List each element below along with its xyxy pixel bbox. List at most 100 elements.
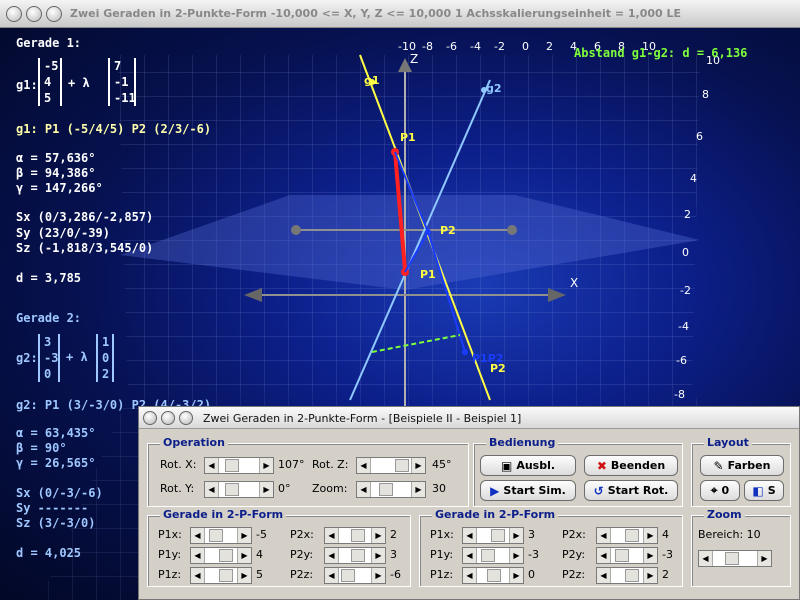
- scroll-thumb[interactable]: [225, 483, 239, 496]
- scroll-left-icon[interactable]: ◀: [325, 568, 339, 583]
- scroll-thumb[interactable]: [487, 569, 501, 582]
- scroll-left-icon[interactable]: ◀: [357, 482, 371, 497]
- scroll-right-icon[interactable]: ▶: [509, 528, 523, 543]
- g2-p2y-value: -3: [662, 548, 673, 561]
- layout-group-label: Layout: [704, 436, 752, 449]
- farben-button[interactable]: ✎ Farben: [700, 455, 784, 476]
- scroll-thumb[interactable]: [395, 459, 409, 472]
- scroll-left-icon[interactable]: ◀: [205, 458, 219, 473]
- main-titlebar[interactable]: Zwei Geraden in 2-Punkte-Form -10,000 <=…: [0, 0, 800, 28]
- g2-p2z-scrollbar[interactable]: ◀ ▶: [596, 567, 658, 584]
- save-layout-button[interactable]: ◧ S: [744, 480, 784, 501]
- scroll-thumb[interactable]: [625, 529, 639, 542]
- control-dialog[interactable]: Zwei Geraden in 2-Punkte-Form - [Beispie…: [138, 406, 800, 600]
- g1-plus-lambda: + λ: [68, 76, 90, 90]
- scroll-left-icon[interactable]: ◀: [205, 482, 219, 497]
- g2-p1y-scrollbar[interactable]: ◀ ▶: [462, 547, 524, 564]
- bedienung-group-label: Bedienung: [486, 436, 559, 449]
- beenden-button[interactable]: ✖ Beenden: [584, 455, 678, 476]
- scroll-right-icon[interactable]: ▶: [371, 528, 385, 543]
- ausblenden-button[interactable]: ▣ Ausbl.: [480, 455, 576, 476]
- g2-p2y-label: P2y:: [562, 548, 586, 561]
- maximize-window-button[interactable]: [46, 6, 62, 22]
- scroll-right-icon[interactable]: ▶: [411, 482, 425, 497]
- hide-icon: ▣: [500, 458, 513, 473]
- g2-p2y-scrollbar[interactable]: ◀ ▶: [596, 547, 658, 564]
- dialog-titlebar[interactable]: Zwei Geraden in 2-Punkte-Form - [Beispie…: [139, 407, 799, 429]
- scroll-thumb[interactable]: [209, 529, 223, 542]
- dialog-close-button[interactable]: [143, 411, 157, 425]
- scroll-thumb[interactable]: [481, 549, 495, 562]
- scroll-left-icon[interactable]: ◀: [463, 548, 477, 563]
- zoom-bereich-scrollbar[interactable]: ◀ ▶: [698, 550, 772, 567]
- g2-p2x-scrollbar[interactable]: ◀ ▶: [596, 527, 658, 544]
- g1-p2x-scrollbar[interactable]: ◀ ▶: [324, 527, 386, 544]
- scroll-thumb[interactable]: [379, 483, 393, 496]
- zoom-scrollbar[interactable]: ◀ ▶: [356, 481, 426, 498]
- scroll-thumb[interactable]: [219, 569, 233, 582]
- scroll-right-icon[interactable]: ▶: [643, 548, 657, 563]
- scroll-right-icon[interactable]: ▶: [643, 568, 657, 583]
- axis-label-z: Z: [410, 52, 419, 66]
- g1-p2x-value: 2: [390, 528, 397, 541]
- g2-form-group-label: Gerade in 2-P-Form: [432, 508, 559, 521]
- scroll-left-icon[interactable]: ◀: [325, 548, 339, 563]
- tick-right: -8: [674, 388, 685, 401]
- scroll-right-icon[interactable]: ▶: [237, 528, 251, 543]
- scroll-right-icon[interactable]: ▶: [259, 458, 273, 473]
- g2-p1x-scrollbar[interactable]: ◀ ▶: [462, 527, 524, 544]
- scroll-right-icon[interactable]: ▶: [371, 548, 385, 563]
- scroll-left-icon[interactable]: ◀: [191, 568, 205, 583]
- g2-p1z-scrollbar[interactable]: ◀ ▶: [462, 567, 524, 584]
- scroll-left-icon[interactable]: ◀: [597, 528, 611, 543]
- scroll-thumb[interactable]: [625, 569, 639, 582]
- scroll-right-icon[interactable]: ▶: [757, 551, 771, 566]
- rot-y-scrollbar[interactable]: ◀ ▶: [204, 481, 274, 498]
- zoom-group: Zoom Bereich: 10 ◀ ▶: [691, 508, 791, 587]
- scroll-thumb[interactable]: [351, 529, 365, 542]
- rot-x-scrollbar[interactable]: ◀ ▶: [204, 457, 274, 474]
- scroll-right-icon[interactable]: ▶: [643, 528, 657, 543]
- scroll-left-icon[interactable]: ◀: [357, 458, 371, 473]
- g1-p2z-scrollbar[interactable]: ◀ ▶: [324, 567, 386, 584]
- scroll-right-icon[interactable]: ▶: [237, 568, 251, 583]
- scroll-right-icon[interactable]: ▶: [259, 482, 273, 497]
- close-window-button[interactable]: [6, 6, 22, 22]
- scroll-left-icon[interactable]: ◀: [463, 568, 477, 583]
- scroll-left-icon[interactable]: ◀: [191, 528, 205, 543]
- scroll-left-icon[interactable]: ◀: [463, 528, 477, 543]
- g1-p2y-scrollbar[interactable]: ◀ ▶: [324, 547, 386, 564]
- scroll-thumb[interactable]: [491, 529, 505, 542]
- start-sim-button[interactable]: ▶ Start Sim.: [480, 480, 576, 501]
- scroll-thumb[interactable]: [725, 552, 739, 565]
- start-rot-button[interactable]: ↺ Start Rot.: [584, 480, 678, 501]
- scroll-right-icon[interactable]: ▶: [509, 568, 523, 583]
- scroll-thumb[interactable]: [219, 549, 233, 562]
- g1-p1x-scrollbar[interactable]: ◀ ▶: [190, 527, 252, 544]
- dialog-minimize-button[interactable]: [161, 411, 175, 425]
- g1-p1z-scrollbar[interactable]: ◀ ▶: [190, 567, 252, 584]
- minimize-window-button[interactable]: [26, 6, 42, 22]
- scroll-thumb[interactable]: [351, 549, 365, 562]
- scroll-thumb[interactable]: [225, 459, 239, 472]
- scroll-left-icon[interactable]: ◀: [597, 548, 611, 563]
- g1-p1y-scrollbar[interactable]: ◀ ▶: [190, 547, 252, 564]
- tick-right: 6: [696, 130, 703, 143]
- reset-origin-button[interactable]: ⌖ 0: [700, 480, 740, 501]
- scroll-left-icon[interactable]: ◀: [325, 528, 339, 543]
- scroll-left-icon[interactable]: ◀: [597, 568, 611, 583]
- ausblenden-button-label: Ausbl.: [516, 459, 556, 472]
- scroll-thumb[interactable]: [341, 569, 355, 582]
- scroll-left-icon[interactable]: ◀: [699, 551, 713, 566]
- scroll-right-icon[interactable]: ▶: [371, 568, 385, 583]
- scroll-right-icon[interactable]: ▶: [411, 458, 425, 473]
- g1-distance: d = 3,785: [16, 271, 82, 285]
- dialog-maximize-button[interactable]: [179, 411, 193, 425]
- g1-form-group: Gerade in 2-P-Form P1x: ◀ ▶ -5 P1y: ◀ ▶ 4 …: [147, 508, 411, 587]
- scroll-left-icon[interactable]: ◀: [191, 548, 205, 563]
- scroll-thumb[interactable]: [615, 549, 629, 562]
- rot-z-scrollbar[interactable]: ◀ ▶: [356, 457, 426, 474]
- scroll-right-icon[interactable]: ▶: [509, 548, 523, 563]
- g2-sx: Sx (0/-3/-6): [16, 486, 103, 500]
- scroll-right-icon[interactable]: ▶: [237, 548, 251, 563]
